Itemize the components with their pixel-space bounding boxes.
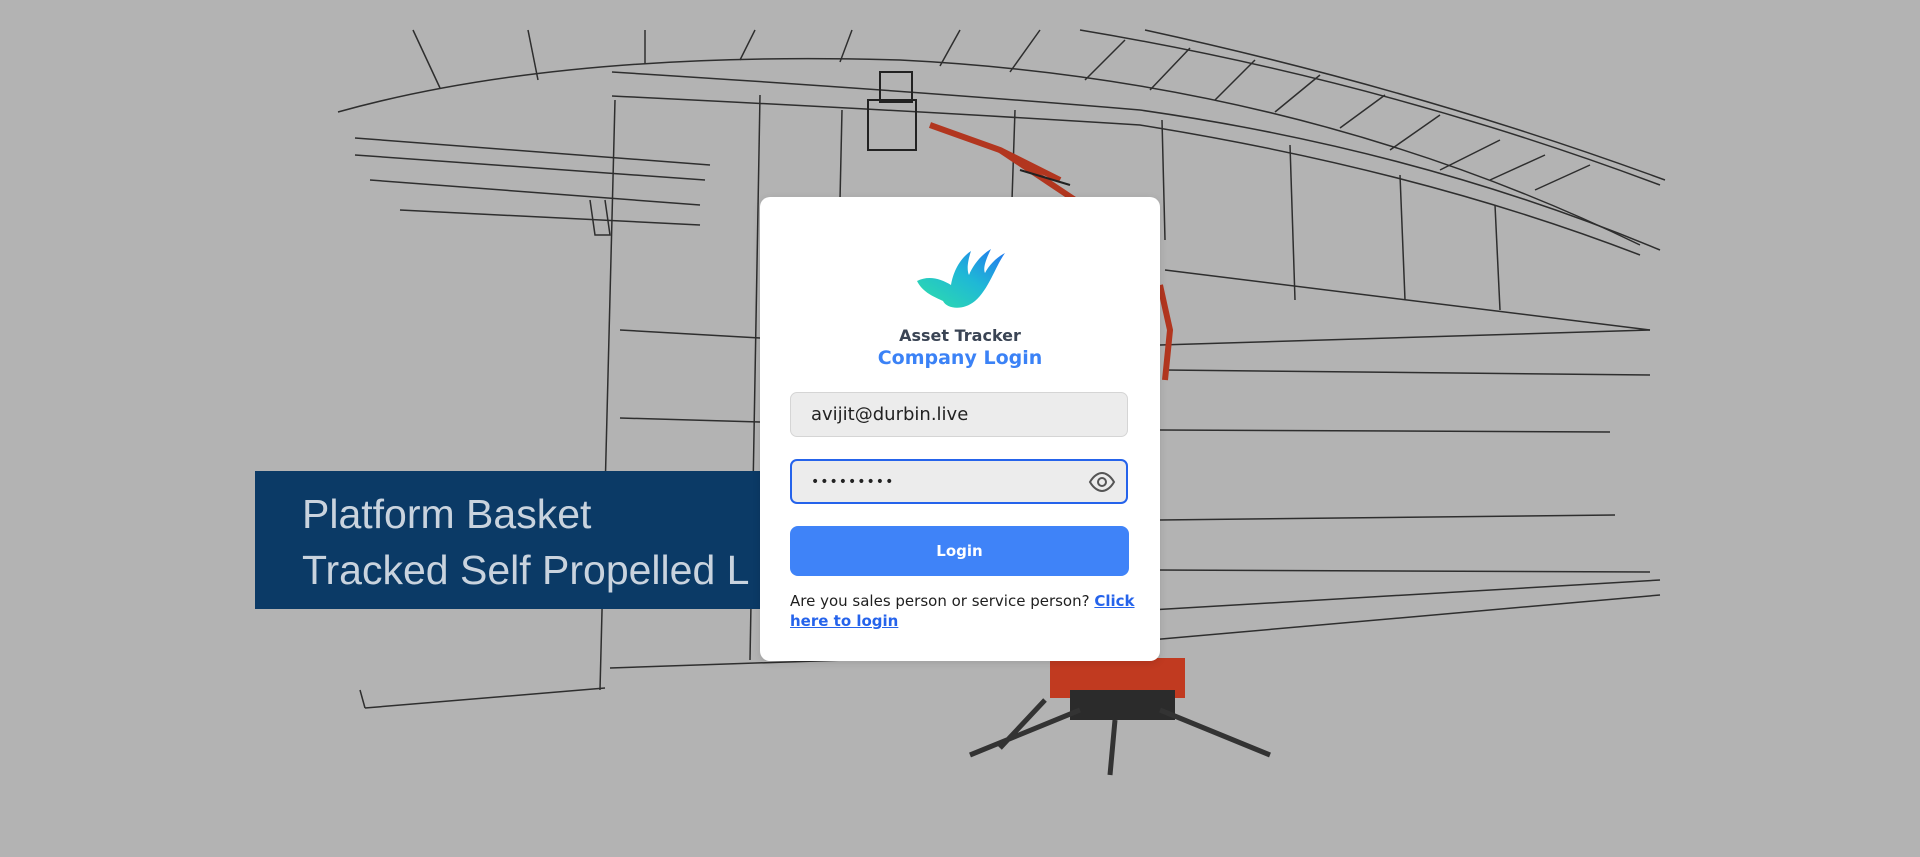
login-button[interactable]: Login — [790, 526, 1129, 576]
platform-banner: Platform Basket Tracked Self Propelled L — [255, 471, 775, 609]
app-name: Asset Tracker — [899, 326, 1021, 345]
email-value: avijit@durbin.live — [811, 404, 969, 425]
login-card: Asset Tracker Company Login avijit@durbi… — [760, 197, 1160, 661]
banner-line-1: Platform Basket — [302, 491, 592, 537]
helper-text-block: Are you sales person or service person? … — [790, 591, 1135, 631]
banner-line-2: Tracked Self Propelled L — [302, 547, 750, 593]
helper-text: Are you sales person or service person? — [790, 592, 1090, 610]
email-field[interactable]: avijit@durbin.live — [790, 392, 1128, 437]
page-title: Company Login — [877, 347, 1043, 369]
eye-icon[interactable] — [1088, 471, 1116, 493]
bird-logo-icon — [915, 245, 1007, 311]
password-value: ••••••••• — [811, 474, 895, 490]
password-field[interactable]: ••••••••• — [790, 459, 1128, 504]
